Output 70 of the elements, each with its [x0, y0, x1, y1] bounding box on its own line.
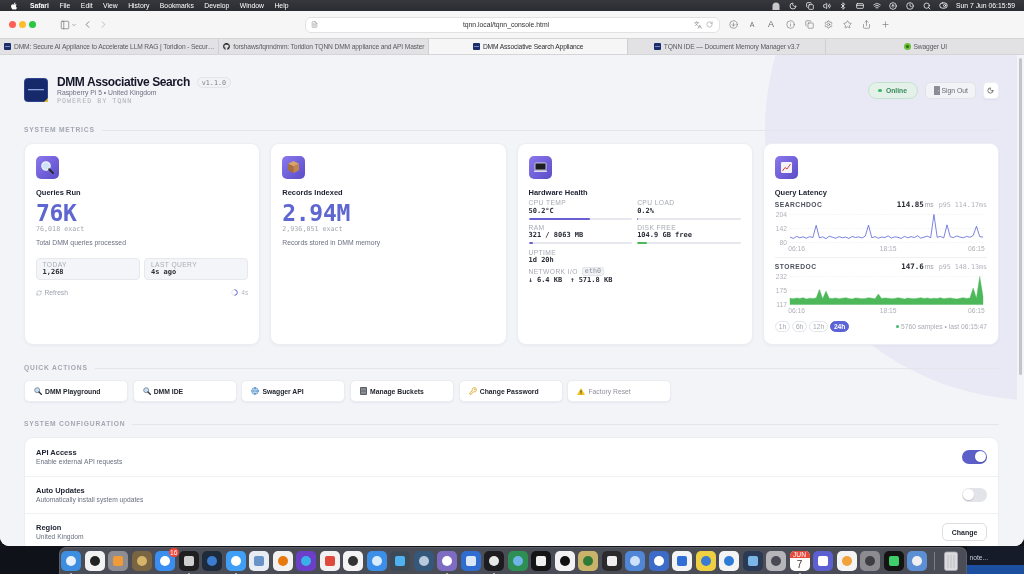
stacked-windows-icon[interactable]: [805, 1, 814, 10]
laptop-icon: [528, 156, 552, 179]
app-icon[interactable]: [343, 551, 363, 571]
logo-icon: [24, 78, 48, 102]
trash-icon[interactable]: [941, 551, 961, 571]
apple-icon[interactable]: [10, 1, 18, 10]
app-icon[interactable]: [484, 551, 504, 571]
volume-icon[interactable]: [822, 1, 831, 10]
key-icon: [468, 387, 477, 395]
app-icon[interactable]: [883, 551, 904, 571]
metric-value: 76K: [36, 201, 78, 225]
circle-logo-icon: [903, 43, 911, 50]
app-icon[interactable]: [84, 551, 105, 571]
cabinet-icon: [360, 387, 368, 395]
text-size-button[interactable]: A: [761, 19, 781, 30]
app-icon[interactable]: [249, 551, 269, 571]
toggle-switch[interactable]: [962, 450, 987, 464]
chart-icon: [774, 156, 798, 179]
toggle-switch[interactable]: [962, 488, 987, 502]
close-button[interactable]: [8, 21, 16, 28]
magnifier-icon: [36, 156, 59, 179]
star-icon[interactable]: [842, 20, 852, 29]
app-icon[interactable]: [601, 551, 622, 571]
site-icon: [4, 43, 11, 50]
upload-icon[interactable]: [889, 1, 898, 10]
bluetooth-icon[interactable]: [839, 1, 848, 10]
app-icon[interactable]: [813, 551, 833, 571]
app-icon[interactable]: [437, 551, 457, 571]
search-icon[interactable]: [922, 1, 931, 10]
site-icon: [472, 43, 480, 50]
wifi-icon[interactable]: [872, 1, 881, 10]
status-dot-icon: [878, 88, 882, 93]
box-icon: [282, 156, 306, 179]
app-icon[interactable]: [719, 551, 739, 571]
toggle-icon[interactable]: [939, 1, 949, 10]
app-icon[interactable]: [366, 551, 387, 571]
github-icon: [223, 43, 231, 50]
app-icon[interactable]: [178, 551, 199, 571]
status-dot-icon: [895, 325, 899, 328]
spinner-icon: [231, 289, 239, 296]
magnifier-icon: [142, 387, 151, 395]
app-icon[interactable]: [907, 551, 927, 571]
clock-icon[interactable]: [905, 1, 914, 10]
calendar-day: 7: [796, 558, 803, 571]
app-icon[interactable]: [531, 551, 551, 571]
app-icon[interactable]: [460, 551, 481, 571]
app-title: DMM Associative Search: [57, 76, 190, 89]
app-icon[interactable]: [648, 551, 669, 571]
refresh-icon: [36, 289, 42, 296]
sidebar-icon[interactable]: [59, 19, 70, 30]
warning-icon: [577, 387, 586, 395]
app-icon[interactable]: [672, 551, 692, 571]
app-icon[interactable]: [625, 551, 645, 571]
door-icon: [933, 86, 940, 95]
app-icon[interactable]: [319, 551, 340, 571]
moon-icon[interactable]: [789, 1, 798, 10]
globe-icon: [251, 387, 260, 395]
app-icon[interactable]: [836, 551, 857, 571]
app-icon[interactable]: [554, 551, 575, 571]
page-icon: [311, 21, 318, 28]
app-icon[interactable]: [225, 551, 246, 571]
dome-icon[interactable]: [772, 1, 781, 10]
scrollbar[interactable]: [1018, 58, 1023, 375]
card-icon[interactable]: [855, 1, 864, 10]
app-icon[interactable]: [272, 551, 293, 571]
moon-icon: [987, 87, 995, 94]
app-icon[interactable]: [61, 551, 81, 571]
metric-value: 2.94M: [282, 201, 351, 225]
magnifier-icon: [34, 387, 42, 395]
site-icon: [653, 43, 661, 50]
